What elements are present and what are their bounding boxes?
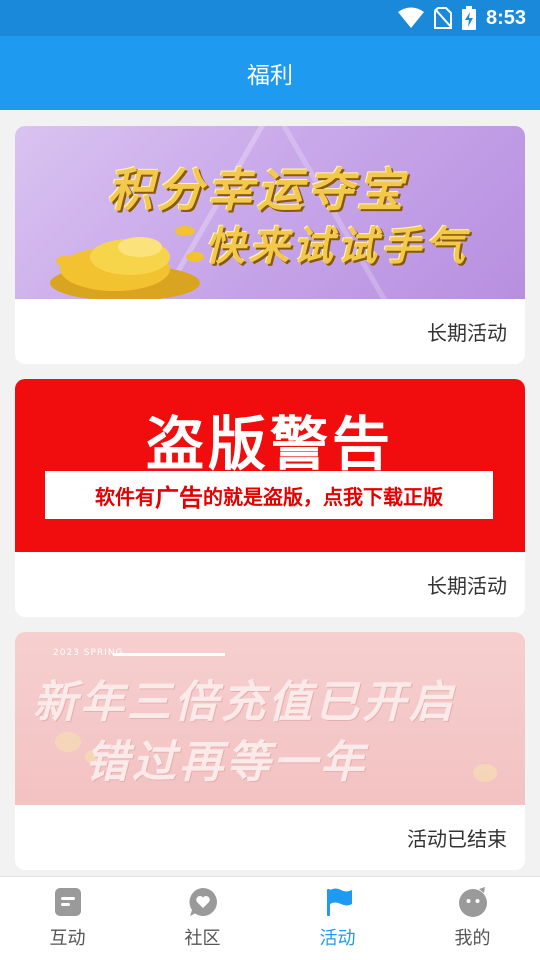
status-time: 8:53 xyxy=(485,6,526,29)
bottom-nav: 互动 社区 活动 我的 xyxy=(0,876,540,960)
no-sim-icon xyxy=(433,7,452,29)
nav-item-profile[interactable]: 我的 xyxy=(405,877,540,960)
activity-banner[interactable]: 2023 SPRING 新年三倍充值已开启 错过再等一年 xyxy=(15,632,525,805)
activity-banner[interactable]: 盗版警告 软件有 广告 的就是盗版，点我下载正版 xyxy=(15,379,525,552)
app-bar: 福利 xyxy=(0,36,540,110)
banner-notice-highlight: 广告 xyxy=(155,483,203,512)
flag-icon xyxy=(326,888,352,916)
nav-item-community[interactable]: 社区 xyxy=(135,877,270,960)
activity-card-new-year-recharge[interactable]: 2023 SPRING 新年三倍充值已开启 错过再等一年 活动已结束 xyxy=(15,632,525,870)
banner-notice-text: 的就是盗版，点我下载正版 xyxy=(203,484,443,509)
page-title: 福利 xyxy=(247,63,293,89)
banner-subline: 快来试试手气 xyxy=(205,224,469,270)
profile-icon xyxy=(458,887,487,917)
activity-status: 长期活动 xyxy=(427,321,507,345)
gold-coins-icon xyxy=(50,226,204,299)
nav-label: 我的 xyxy=(454,928,491,949)
banner-headline: 新年三倍充值已开启 xyxy=(33,677,456,728)
banner-headline: 积分幸运夺宝 xyxy=(107,163,407,217)
nav-label: 互动 xyxy=(49,928,86,949)
nav-item-interaction[interactable]: 互动 xyxy=(0,877,135,960)
activity-banner[interactable]: 积分幸运夺宝 快来试试手气 xyxy=(15,126,525,299)
nav-label: 社区 xyxy=(184,928,221,949)
banner-subline: 错过再等一年 xyxy=(85,737,367,788)
activity-status: 活动已结束 xyxy=(407,827,507,851)
activity-card-lucky-draw[interactable]: 积分幸运夺宝 快来试试手气 长期活动 xyxy=(15,126,525,364)
activity-list[interactable]: 积分幸运夺宝 快来试试手气 长期活动 盗版警告 软件有 广告 的就是盗版，点我下载正… xyxy=(0,110,540,875)
banner-notice-text: 软件有 xyxy=(95,484,155,509)
status-bar: 8:53 xyxy=(0,0,540,36)
banner-headline: 盗版警告 xyxy=(145,410,394,478)
activity-status: 长期活动 xyxy=(427,574,507,598)
interaction-icon xyxy=(54,888,81,916)
community-icon xyxy=(188,888,217,916)
banner-notice: 软件有 广告 的就是盗版，点我下载正版 xyxy=(45,471,493,519)
activity-card-piracy-warning[interactable]: 盗版警告 软件有 广告 的就是盗版，点我下载正版 长期活动 xyxy=(15,379,525,617)
nav-label: 活动 xyxy=(319,928,356,949)
nav-item-activity[interactable]: 活动 xyxy=(270,877,405,960)
wifi-icon xyxy=(397,7,424,28)
battery-charging-icon xyxy=(461,6,476,30)
